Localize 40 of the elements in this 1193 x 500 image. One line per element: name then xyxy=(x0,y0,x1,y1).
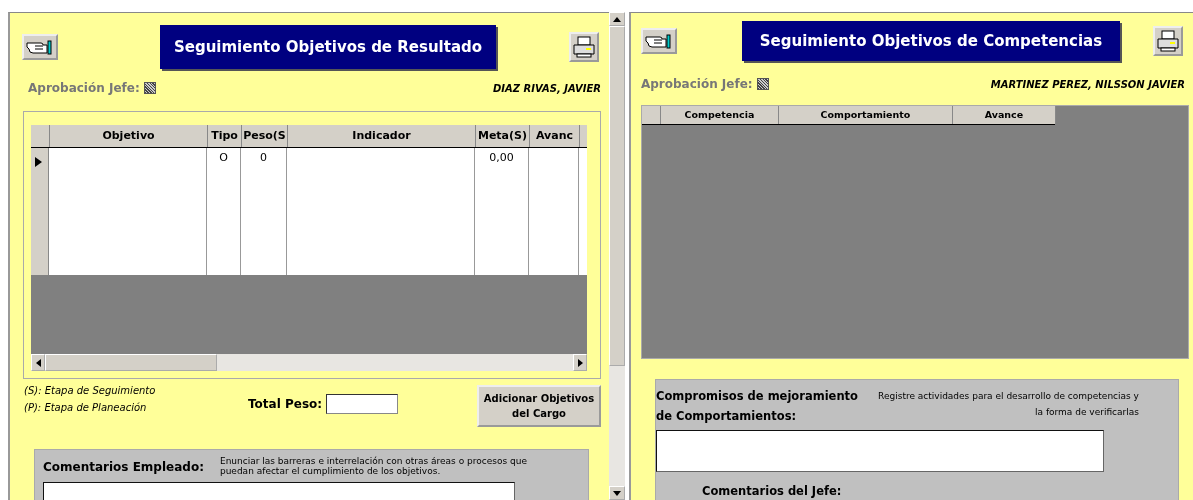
table-cell: O xyxy=(207,148,241,275)
boss-comments-label: Comentarios del Jefe: xyxy=(701,484,843,498)
pointing-hand-icon[interactable] xyxy=(640,28,677,54)
legend-text: (S): Etapa de Seguimiento xyxy=(24,385,157,396)
commitments-label: Compromisos de mejoramiento de Comportamientos: xyxy=(655,388,859,425)
column-header[interactable]: Meta(S) xyxy=(476,125,530,147)
column-header[interactable]: Tipo xyxy=(208,125,242,147)
form-title: Seguimiento Objetivos de Resultado xyxy=(160,25,496,69)
current-row-icon xyxy=(35,157,42,167)
form-title: Seguimiento Objetivos de Competencias xyxy=(741,21,1120,61)
total-field[interactable] xyxy=(326,394,399,414)
approval-label: Aprobación Jefe: xyxy=(640,77,753,91)
scroll-right-icon[interactable] xyxy=(577,358,583,367)
employee-name: MARTINEZ PEREZ, NILSSON JAVIER xyxy=(990,78,1185,90)
scroll-left-icon[interactable] xyxy=(35,358,41,367)
total-label: Total Peso: xyxy=(248,397,323,411)
approval-label: Aprobación Jefe: xyxy=(28,81,140,95)
pointing-hand-icon[interactable] xyxy=(22,34,58,60)
column-header[interactable]: Avance xyxy=(952,106,1056,124)
scroll-up-icon[interactable] xyxy=(612,16,621,22)
commitments-hint: Registre actividades para el desarrollo de competencias y la forma de verificarlas xyxy=(877,390,1139,419)
add-objectives-button[interactable]: Adicionar Objetivos del Cargo xyxy=(477,385,601,427)
commitments-field[interactable] xyxy=(655,430,1104,472)
printer-icon[interactable] xyxy=(569,32,599,62)
printer-icon[interactable] xyxy=(1153,26,1183,56)
comments-label: Comentarios Empleado: xyxy=(43,459,204,476)
table-cell: 0,00 xyxy=(475,148,529,275)
horizontal-scrollbar[interactable] xyxy=(31,354,587,371)
employee-name: DIAZ RIVAS, JAVIER xyxy=(493,82,601,94)
column-header[interactable]: Peso(S xyxy=(242,125,288,147)
column-header[interactable]: Indicador xyxy=(288,125,476,147)
column-header[interactable]: Comportamiento xyxy=(778,106,953,124)
comments-field[interactable] xyxy=(43,482,515,500)
column-header[interactable]: Avanc xyxy=(530,125,580,147)
comments-hint: Enunciar las barreras e interrelación con otras áreas o procesos que puedan afectar el cumplimiento de los objetivos. xyxy=(219,456,528,476)
column-header[interactable]: Competencia xyxy=(660,106,779,124)
table-cell: 0 xyxy=(241,148,287,275)
legend-text: (P): Etapa de Planeación xyxy=(24,402,148,413)
scroll-down-icon[interactable] xyxy=(612,490,621,496)
column-header[interactable]: Objetivo xyxy=(50,125,208,147)
